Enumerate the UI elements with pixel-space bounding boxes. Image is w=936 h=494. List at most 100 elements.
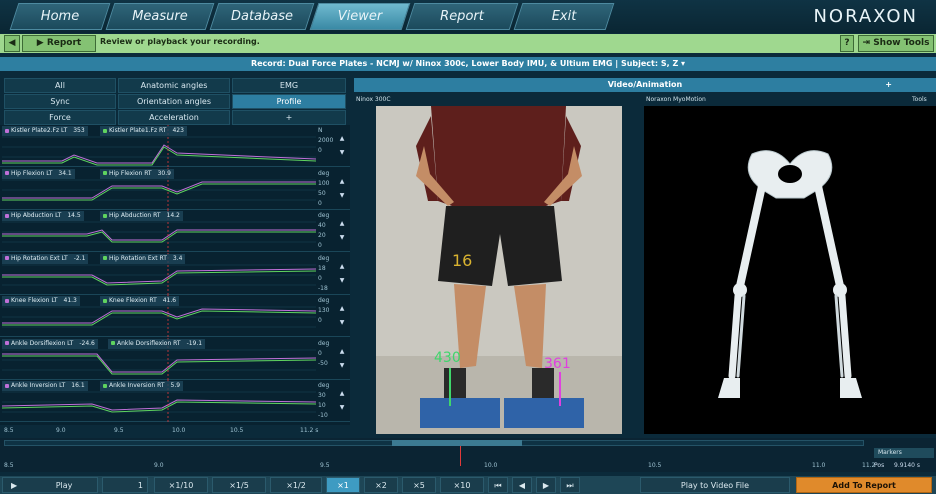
chart-y-tick: -10 <box>318 412 328 419</box>
scale-up-icon[interactable]: ▲ <box>338 348 346 355</box>
scale-down-icon[interactable]: ▼ <box>338 234 346 241</box>
chart-y-tick: 0 <box>318 242 322 249</box>
myomotion-skeleton-view[interactable] <box>644 106 936 434</box>
speed-button[interactable]: ×1/10 <box>154 477 208 493</box>
scale-down-icon[interactable]: ▼ <box>338 404 346 411</box>
nav-tab-database[interactable]: Database <box>209 3 315 30</box>
report-button[interactable]: ▶ Report <box>22 35 96 52</box>
scale-up-icon[interactable]: ▲ <box>338 263 346 270</box>
scale-down-icon[interactable]: ▼ <box>338 192 346 199</box>
step-back-icon[interactable]: ◀ <box>512 477 532 493</box>
playhead[interactable] <box>460 446 461 466</box>
timeline-scroll-thumb[interactable] <box>392 440 522 446</box>
chart-legend-right[interactable]: Hip Rotation Ext RT 3.4 <box>100 253 186 264</box>
play-arrow-icon: ▶ <box>36 38 47 48</box>
markers-label[interactable]: Markers <box>874 448 934 458</box>
nav-tab-home[interactable]: Home <box>9 3 111 30</box>
force-right-value: 361 <box>544 356 571 372</box>
help-button[interactable]: ? <box>840 35 854 52</box>
speed-button[interactable]: ×10 <box>440 477 484 493</box>
series-label: Kistler Plate2.Fz LT <box>11 127 68 134</box>
chart-panel-top <box>0 78 350 82</box>
chart-row[interactable]: Ankle Dorsiflexion LT -24.6 Ankle Dorsifle… <box>0 337 350 380</box>
series-value: 3.4 <box>172 254 183 262</box>
chart-legend-left[interactable]: Knee Flexion LT 41.3 <box>2 296 80 306</box>
chart-row[interactable]: Hip Rotation Ext LT -2.1 Hip Rotation Ext … <box>0 252 350 295</box>
chart-legend-left[interactable]: Hip Rotation Ext LT -2.1 <box>2 253 89 264</box>
speed-button[interactable]: ×1/5 <box>212 477 266 493</box>
nav-tab-measure[interactable]: Measure <box>105 3 215 30</box>
play-to-video-button[interactable]: Play to Video File <box>640 477 790 493</box>
playback-controls: ▶ Play 1 ×1/10 ×1/5 ×1/2 ×1 ×2 ×5 ×10 ⏮ ◀ ▶ ⏭ … <box>0 476 936 494</box>
scale-up-icon[interactable]: ▲ <box>338 135 346 142</box>
speed-button[interactable]: ×2 <box>364 477 398 493</box>
chart-row[interactable]: Ankle Inversion LT 16.1 Ankle Inversion RT… <box>0 380 350 422</box>
scale-up-icon[interactable]: ▲ <box>338 390 346 397</box>
step-forward-icon[interactable]: ▶ <box>536 477 556 493</box>
chart-row[interactable]: Knee Flexion LT 41.3 Knee Flexion RT 41.6 de… <box>0 295 350 337</box>
chart-y-tick: 0 <box>318 199 322 207</box>
report-button-label: Report <box>46 38 82 48</box>
chart-legend-left[interactable]: Ankle Dorsiflexion LT -24.6 <box>2 338 98 349</box>
chart-row[interactable]: Hip Flexion LT 34.1 Hip Flexion RT 30.9 deg 1… <box>0 167 350 210</box>
speed-button[interactable]: ×1/2 <box>270 477 322 493</box>
tab-orientation-angles[interactable]: Orientation angles <box>118 94 230 109</box>
chart-legend-left[interactable]: Ankle Inversion LT 16.1 <box>2 381 88 391</box>
chart-x-tick: 9.5 <box>114 427 124 434</box>
tab-add[interactable]: + <box>232 110 346 125</box>
chart-legend-right[interactable]: Hip Flexion RT 30.9 <box>100 168 174 179</box>
chart-legend-left[interactable]: Hip Abduction LT 14.5 <box>2 211 84 221</box>
add-view-button[interactable]: + <box>885 78 892 92</box>
chart-unit: N <box>318 127 323 134</box>
video-view[interactable]: 16 430 361 <box>376 106 622 434</box>
series-value: -19.1 <box>186 339 203 347</box>
chart-y-tick: 0 <box>318 317 322 324</box>
scale-up-icon[interactable]: ▲ <box>338 220 346 227</box>
tools-button[interactable]: Tools <box>912 96 927 103</box>
series-value: -24.6 <box>79 339 95 347</box>
chart-legend-right[interactable]: Ankle Dorsiflexion RT -19.1 <box>108 338 206 349</box>
record-title-bar[interactable]: Record: Dual Force Plates - NCMJ w/ Nino… <box>0 57 936 71</box>
series-label: Ankle Inversion RT <box>109 382 165 389</box>
scale-up-icon[interactable]: ▲ <box>338 305 346 312</box>
tab-force[interactable]: Force <box>4 110 116 125</box>
frame-input[interactable]: 1 <box>102 477 148 493</box>
scale-down-icon[interactable]: ▼ <box>338 277 346 284</box>
series-label: Hip Rotation Ext RT <box>109 254 167 262</box>
chart-unit: deg <box>318 254 330 262</box>
scale-up-icon[interactable]: ▲ <box>338 178 346 185</box>
add-to-report-button[interactable]: Add To Report <box>796 477 932 493</box>
nav-tab-report[interactable]: Report <box>405 3 519 30</box>
series-value: 16.1 <box>71 382 85 389</box>
skip-start-icon[interactable]: ⏮ <box>488 477 508 493</box>
video-frame: 16 430 361 <box>376 106 622 434</box>
timeline-tick: 8.5 <box>4 462 14 469</box>
chart-legend-left[interactable]: Hip Flexion LT 34.1 <box>2 168 75 179</box>
skip-end-icon[interactable]: ⏭ <box>560 477 580 493</box>
nav-tab-label: Exit <box>551 9 577 24</box>
chart-legend-right[interactable]: Knee Flexion RT 41.6 <box>100 296 180 306</box>
tab-acceleration[interactable]: Acceleration <box>118 110 230 125</box>
force-left-value: 430 <box>434 350 461 366</box>
series-value: 41.3 <box>63 297 77 304</box>
speed-button[interactable]: ×1 <box>326 477 360 493</box>
show-tools-button[interactable]: ⇥ Show Tools <box>858 35 934 52</box>
tab-sync[interactable]: Sync <box>4 94 116 109</box>
chart-row[interactable]: Kistler Plate2.Fz LT 353 Kistler Plate1.Fz… <box>0 125 350 167</box>
chart-legend-right[interactable]: Kistler Plate1.Fz RT 423 <box>100 126 187 136</box>
play-button[interactable]: ▶ Play <box>2 477 98 493</box>
chart-row[interactable]: Hip Abduction LT 14.5 Hip Abduction RT 14.2… <box>0 210 350 252</box>
nav-tab-viewer[interactable]: Viewer <box>309 3 411 30</box>
scale-down-icon[interactable]: ▼ <box>338 149 346 156</box>
tab-profile[interactable]: Profile <box>232 94 346 109</box>
speed-button[interactable]: ×5 <box>402 477 436 493</box>
nav-tab-exit[interactable]: Exit <box>513 3 615 30</box>
playback-timeline[interactable]: Markers Pos 9.9140 s <box>0 438 936 472</box>
scale-down-icon[interactable]: ▼ <box>338 362 346 369</box>
back-button[interactable]: ◀ <box>4 35 20 52</box>
chart-legend-right[interactable]: Ankle Inversion RT 5.9 <box>100 381 184 391</box>
chart-unit: deg <box>318 297 330 304</box>
chart-legend-right[interactable]: Hip Abduction RT 14.2 <box>100 211 183 221</box>
scale-down-icon[interactable]: ▼ <box>338 319 346 326</box>
chart-legend-left[interactable]: Kistler Plate2.Fz LT 353 <box>2 126 88 136</box>
